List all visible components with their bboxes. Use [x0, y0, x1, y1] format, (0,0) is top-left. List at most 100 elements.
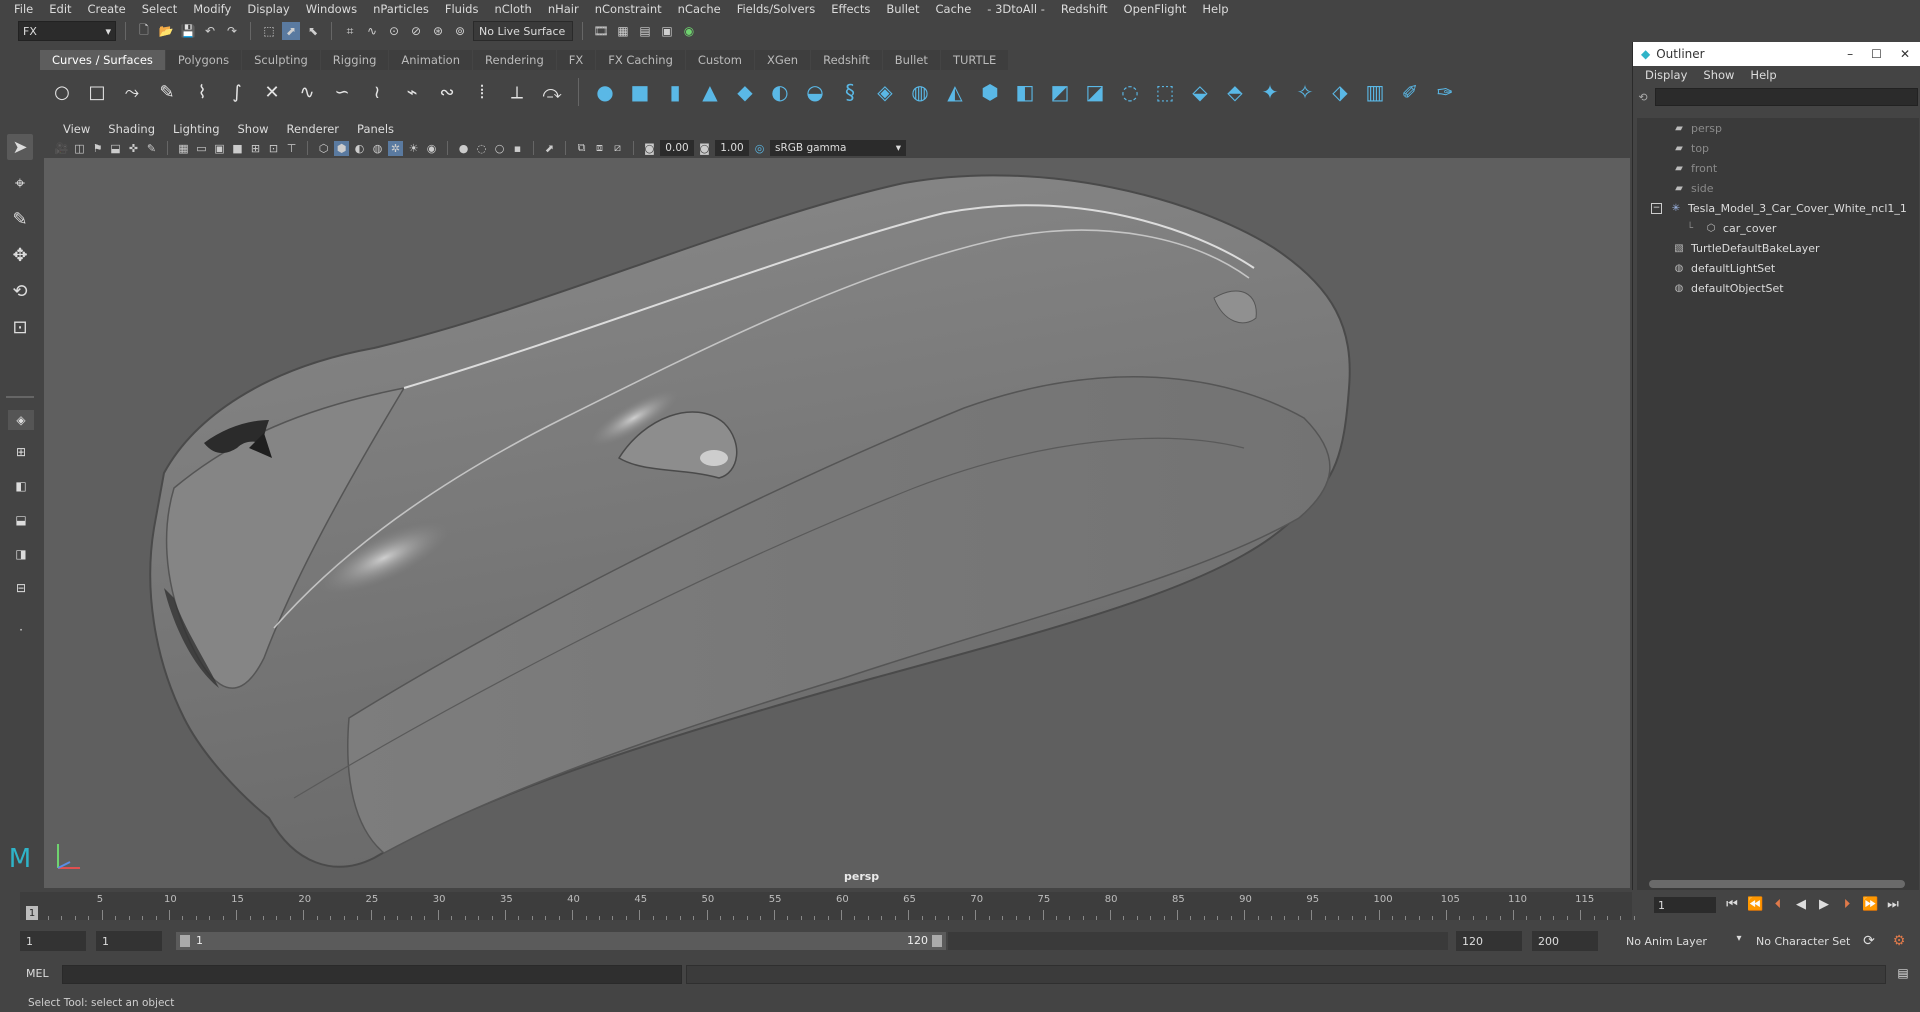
scroll-thumb[interactable]	[1649, 880, 1905, 888]
script-editor-icon[interactable]: ▤	[1894, 966, 1912, 984]
ipr-render-icon[interactable]: ▤	[636, 22, 654, 40]
four-view-layout-icon[interactable]: ⊞	[8, 442, 34, 462]
menu-windows[interactable]: Windows	[298, 2, 365, 16]
nurbs-torus-icon[interactable]: ◐	[766, 78, 794, 106]
intersect-surfaces-icon[interactable]: ◌	[1116, 78, 1144, 106]
extend-curve-icon[interactable]: ⌁	[398, 78, 426, 106]
outliner-item[interactable]: ◍ defaultObjectSet	[1637, 278, 1919, 298]
select-component-icon[interactable]: ⬉	[304, 22, 322, 40]
menu-3dtoall[interactable]: - 3DtoAll -	[979, 2, 1053, 16]
planar-icon[interactable]: ◈	[871, 78, 899, 106]
shelf-tab-turtle[interactable]: TURTLE	[940, 50, 1009, 70]
motion-blur-icon[interactable]: ⧉	[574, 141, 589, 156]
xray-joints-icon[interactable]: ○	[492, 141, 507, 156]
safe-action-icon[interactable]: ⊡	[266, 141, 281, 156]
live-surface-field[interactable]: No Live Surface	[473, 21, 573, 41]
isolate-select-icon[interactable]: ●	[456, 141, 471, 156]
viewport-menu-view[interactable]: View	[54, 122, 99, 136]
detach-curves-icon[interactable]: ∽	[328, 78, 356, 106]
use-all-lights-icon[interactable]: ✲	[388, 140, 403, 156]
snap-view-icon[interactable]: ⊘	[407, 22, 425, 40]
ep-curve-icon[interactable]: ✎	[153, 78, 181, 106]
birail-icon[interactable]: ◭	[941, 78, 969, 106]
menu-openflight[interactable]: OpenFlight	[1116, 2, 1195, 16]
wireframe-icon[interactable]: ⬡	[316, 141, 331, 156]
render-frame-icon[interactable]: ▦	[614, 22, 632, 40]
select-tool-icon[interactable]: ➤	[7, 134, 33, 160]
animation-end-field[interactable]: 200	[1532, 931, 1598, 951]
scale-tool-icon[interactable]: ⊡	[7, 314, 33, 340]
nurbs-square-icon[interactable]: □	[83, 78, 111, 106]
animation-start-field[interactable]: 1	[20, 931, 86, 951]
film-gate-icon[interactable]: ▭	[194, 141, 209, 156]
persp-graph-layout-icon[interactable]: ⬓	[8, 510, 34, 530]
pencil-curve-icon[interactable]: ∫	[223, 78, 251, 106]
step-back-key-icon[interactable]: ⏴	[1770, 897, 1786, 912]
menu-nconstraint[interactable]: nConstraint	[587, 2, 670, 16]
smooth-shade-icon[interactable]: ⬢	[334, 140, 349, 156]
select-hierarchy-icon[interactable]: ⬚	[260, 22, 278, 40]
nurbs-cone-icon[interactable]: ▲	[696, 78, 724, 106]
viewport-menu-panels[interactable]: Panels	[348, 122, 403, 136]
step-back-frame-icon[interactable]: ⏪	[1747, 897, 1763, 912]
bezier-curve-icon[interactable]: ⌇	[188, 78, 216, 106]
menu-display[interactable]: Display	[239, 2, 297, 16]
detach-surfaces-icon[interactable]: ✦	[1256, 78, 1284, 106]
shelf-tab-custom[interactable]: Custom	[685, 50, 754, 70]
play-forwards-icon[interactable]: ▶	[1816, 897, 1832, 912]
grease-pencil-icon[interactable]: ✎	[144, 141, 159, 156]
collapse-icon[interactable]: −	[1651, 202, 1662, 214]
animation-preferences-icon[interactable]: ⚙	[1890, 933, 1908, 949]
gamma-toggle-icon[interactable]: ◙	[697, 141, 712, 156]
nurbs-circle-icon[interactable]: ○	[48, 78, 76, 106]
camera-icon[interactable]: 🎥	[54, 141, 69, 156]
go-to-start-icon[interactable]: ⏮	[1724, 897, 1740, 912]
square-surface-icon[interactable]: ◩	[1046, 78, 1074, 106]
boundary-icon[interactable]: ◧	[1011, 78, 1039, 106]
cv-curve-icon[interactable]: ⤳	[118, 78, 146, 106]
step-forward-frame-icon[interactable]: ⏩	[1862, 897, 1878, 912]
snap-curve-icon[interactable]: ∿	[363, 22, 381, 40]
outliner-item[interactable]: − ✳ Tesla_Model_3_Car_Cover_White_ncl1_1	[1637, 198, 1919, 218]
offset-curve-icon[interactable]: ∾	[433, 78, 461, 106]
maximize-icon[interactable]: ☐	[1871, 47, 1882, 61]
gamma-field[interactable]: 1.00	[715, 140, 749, 156]
more-layouts-icon[interactable]: ·	[8, 620, 34, 640]
current-time-marker[interactable]: 1	[26, 906, 38, 920]
menu-file[interactable]: File	[6, 2, 41, 16]
shadows-icon[interactable]: ☀	[406, 141, 421, 156]
exposure-toggle-icon[interactable]: ◙	[642, 141, 657, 156]
viewport-menu-shading[interactable]: Shading	[99, 122, 164, 136]
step-forward-key-icon[interactable]: ⏵	[1839, 897, 1855, 912]
current-frame-field[interactable]: 1	[1654, 897, 1716, 913]
script-language-toggle[interactable]: MEL	[26, 967, 49, 980]
menu-select[interactable]: Select	[134, 2, 185, 16]
insert-isoparms-icon[interactable]: ⬗	[1326, 78, 1354, 106]
shelf-tab-xgen[interactable]: XGen	[754, 50, 811, 70]
rotate-tool-icon[interactable]: ⟲	[7, 278, 33, 304]
select-object-icon[interactable]: ⬈	[282, 22, 300, 40]
viewport-menu-show[interactable]: Show	[229, 122, 278, 136]
menu-cache[interactable]: Cache	[928, 2, 980, 16]
outliner-item[interactable]: ▰ front	[1637, 158, 1919, 178]
gate-mask-icon[interactable]: ■	[230, 141, 245, 156]
character-set-dropdown[interactable]: No Character Set	[1750, 931, 1872, 951]
snap-point-icon[interactable]: ⊙	[385, 22, 403, 40]
lasso-tool-icon[interactable]: ⌖	[7, 170, 33, 196]
menu-effects[interactable]: Effects	[823, 2, 878, 16]
add-points-icon[interactable]: ⟂	[503, 78, 531, 106]
xray-components-icon[interactable]: ▪	[510, 141, 525, 156]
command-input[interactable]	[62, 965, 682, 984]
shelf-tab-sculpting[interactable]: Sculpting	[242, 50, 320, 70]
menu-bullet[interactable]: Bullet	[878, 2, 927, 16]
screen-space-ao-icon[interactable]: ⧄	[610, 141, 625, 156]
xray-icon[interactable]: ◌	[474, 141, 489, 156]
outliner-menu-display[interactable]: Display	[1637, 68, 1695, 82]
filter-icon[interactable]: ⟲	[1635, 89, 1651, 105]
go-to-end-icon[interactable]: ⏭	[1885, 897, 1901, 912]
nurbs-cylinder-icon[interactable]: ▮	[661, 78, 689, 106]
menu-fields-solvers[interactable]: Fields/Solvers	[729, 2, 824, 16]
menu-create[interactable]: Create	[80, 2, 134, 16]
range-bar[interactable]: 1 120	[176, 932, 946, 950]
nurbs-sphere-icon[interactable]: ●	[591, 78, 619, 106]
